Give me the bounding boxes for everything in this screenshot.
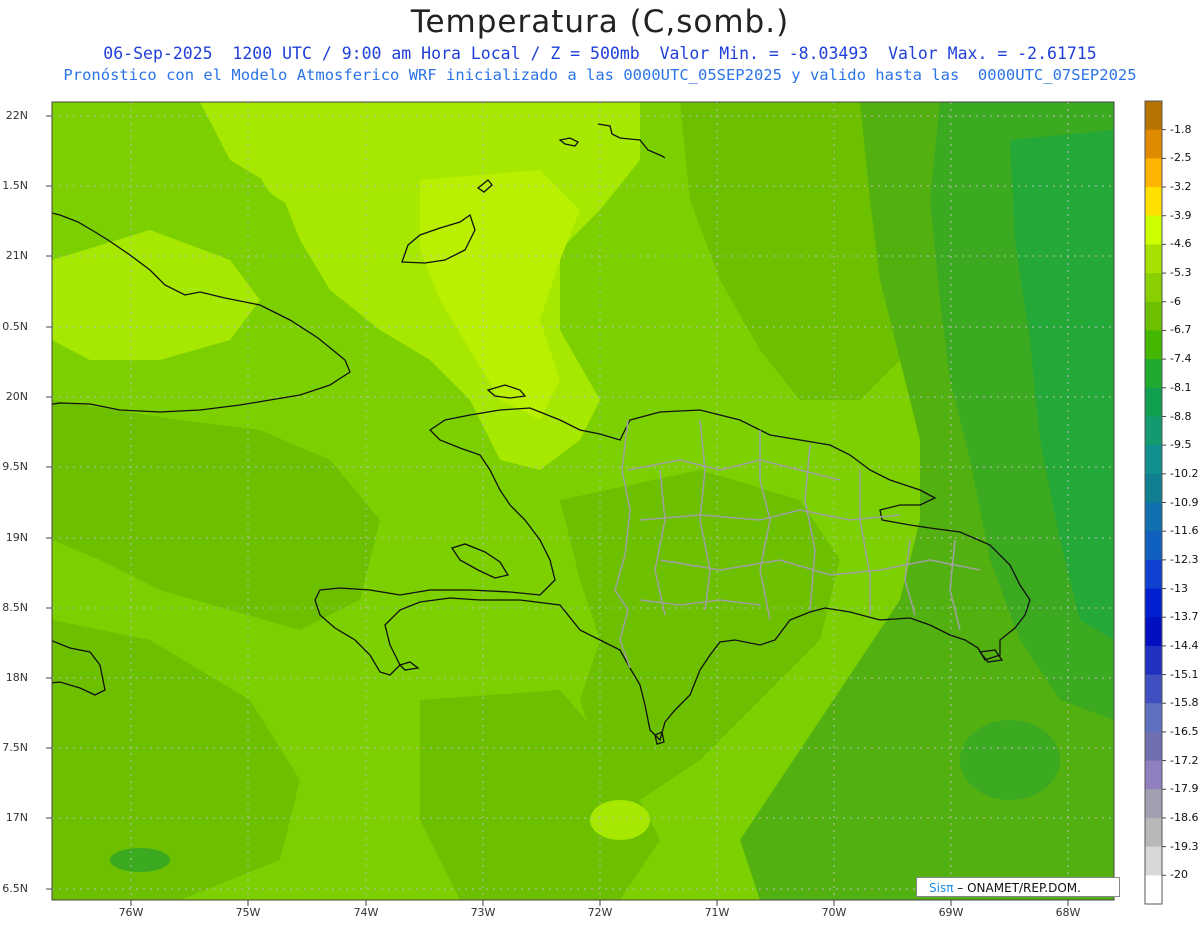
colorbar-label: -12.3 <box>1170 552 1199 566</box>
field-light-blob <box>260 130 380 210</box>
lat-label: 21N <box>5 249 28 262</box>
colorbar-swatch <box>1145 101 1162 131</box>
temperature-map <box>46 100 1166 906</box>
colorbar-label: -15.8 <box>1170 696 1199 710</box>
colorbar-swatch <box>1145 273 1162 303</box>
lon-label: 71W <box>704 906 730 919</box>
colorbar-swatch <box>1145 846 1162 876</box>
colorbar-swatch <box>1145 473 1162 503</box>
colorbar-swatch <box>1145 731 1162 762</box>
colorbar-swatch <box>1145 789 1162 819</box>
colorbar-label: -13 <box>1170 581 1188 595</box>
colorbar-label: -10.2 <box>1170 466 1199 480</box>
lat-label: 0.5N <box>2 320 28 333</box>
lon-label: 74W <box>353 906 379 919</box>
sispi-logo-text: Sisπ <box>929 881 954 895</box>
lat-label: 20N <box>5 390 28 403</box>
colorbar-label: -8.1 <box>1170 380 1192 394</box>
credit-text: – ONAMET/REP.DOM. <box>957 881 1081 895</box>
colorbar-label: -6 <box>1170 294 1181 308</box>
colorbar-label: -17.2 <box>1170 753 1199 767</box>
colorbar-label: -19.3 <box>1170 839 1199 853</box>
lat-label: 8.5N <box>2 601 28 614</box>
lat-label: 1.5N <box>2 179 28 192</box>
colorbar-swatch <box>1145 617 1162 647</box>
colorbar-label: -17.9 <box>1170 782 1199 796</box>
colorbar-label: -7.4 <box>1170 352 1192 366</box>
colorbar-label: -3.9 <box>1170 208 1192 222</box>
colorbar-swatch <box>1145 359 1162 389</box>
lon-label: 69W <box>938 906 964 919</box>
lon-label: 72W <box>587 906 613 919</box>
colorbar-swatch <box>1145 158 1162 188</box>
colorbar-swatch <box>1145 703 1162 733</box>
colorbar-label: -6.7 <box>1170 323 1192 337</box>
credit-box: Sisπ – ONAMET/REP.DOM. <box>916 877 1120 897</box>
colorbar-label: -3.2 <box>1170 180 1192 193</box>
colorbar-label: -4.6 <box>1170 237 1192 251</box>
field-light-blob <box>590 800 650 840</box>
temperature-field <box>52 102 1114 900</box>
field-dark-blob <box>110 848 170 872</box>
colorbar-label: -18.6 <box>1170 811 1199 824</box>
colorbar-label: -14.4 <box>1170 638 1199 652</box>
colorbar-label: -2.5 <box>1170 151 1192 165</box>
colorbar-swatch <box>1145 674 1162 704</box>
colorbar-label: -5.3 <box>1170 266 1192 280</box>
lat-label: 9.5N <box>2 460 28 473</box>
colorbar-swatch <box>1145 301 1162 331</box>
colorbar-swatch <box>1145 215 1162 245</box>
colorbar-label: -13.7 <box>1170 610 1199 624</box>
colorbar-swatch <box>1145 129 1162 159</box>
lon-label: 76W <box>118 906 144 919</box>
colorbar-swatch <box>1145 645 1162 676</box>
lon-label: 68W <box>1055 906 1081 919</box>
lat-label: 7.5N <box>2 741 28 754</box>
colorbar-swatch <box>1145 531 1162 561</box>
colorbar-swatch <box>1145 875 1162 905</box>
colorbar-swatch <box>1145 760 1162 790</box>
colorbar-label: -1.8 <box>1170 122 1192 136</box>
colorbar-swatch <box>1145 588 1162 618</box>
colorbar-swatch <box>1145 416 1162 446</box>
colorbar-label: -11.6 <box>1170 524 1199 538</box>
colorbar-swatch <box>1145 502 1162 532</box>
colorbar-label: -20 <box>1170 868 1188 882</box>
colorbar-label: -15.1 <box>1170 667 1199 681</box>
colorbar <box>1145 101 1166 905</box>
colorbar-swatch <box>1145 244 1162 274</box>
colorbar-label: -10.9 <box>1170 495 1199 509</box>
lon-label: 70W <box>821 906 847 919</box>
field-dark-blob <box>960 720 1060 800</box>
lat-label: 6.5N <box>2 882 28 895</box>
lon-label: 73W <box>470 906 496 919</box>
colorbar-label: -16.5 <box>1170 724 1199 738</box>
colorbar-swatch <box>1145 187 1162 217</box>
colorbar-swatch <box>1145 330 1162 360</box>
colorbar-label: -9.5 <box>1170 438 1192 452</box>
lon-label: 75W <box>235 906 261 919</box>
lat-label: 19N <box>5 531 28 544</box>
colorbar-label: -8.8 <box>1170 409 1192 423</box>
colorbar-swatch <box>1145 445 1162 475</box>
colorbar-swatch <box>1145 559 1162 590</box>
colorbar-swatch <box>1145 817 1162 848</box>
colorbar-swatch <box>1145 387 1162 417</box>
lat-label: 18N <box>5 671 28 684</box>
lat-label: 17N <box>5 811 28 824</box>
lat-label: 22N <box>5 109 28 122</box>
